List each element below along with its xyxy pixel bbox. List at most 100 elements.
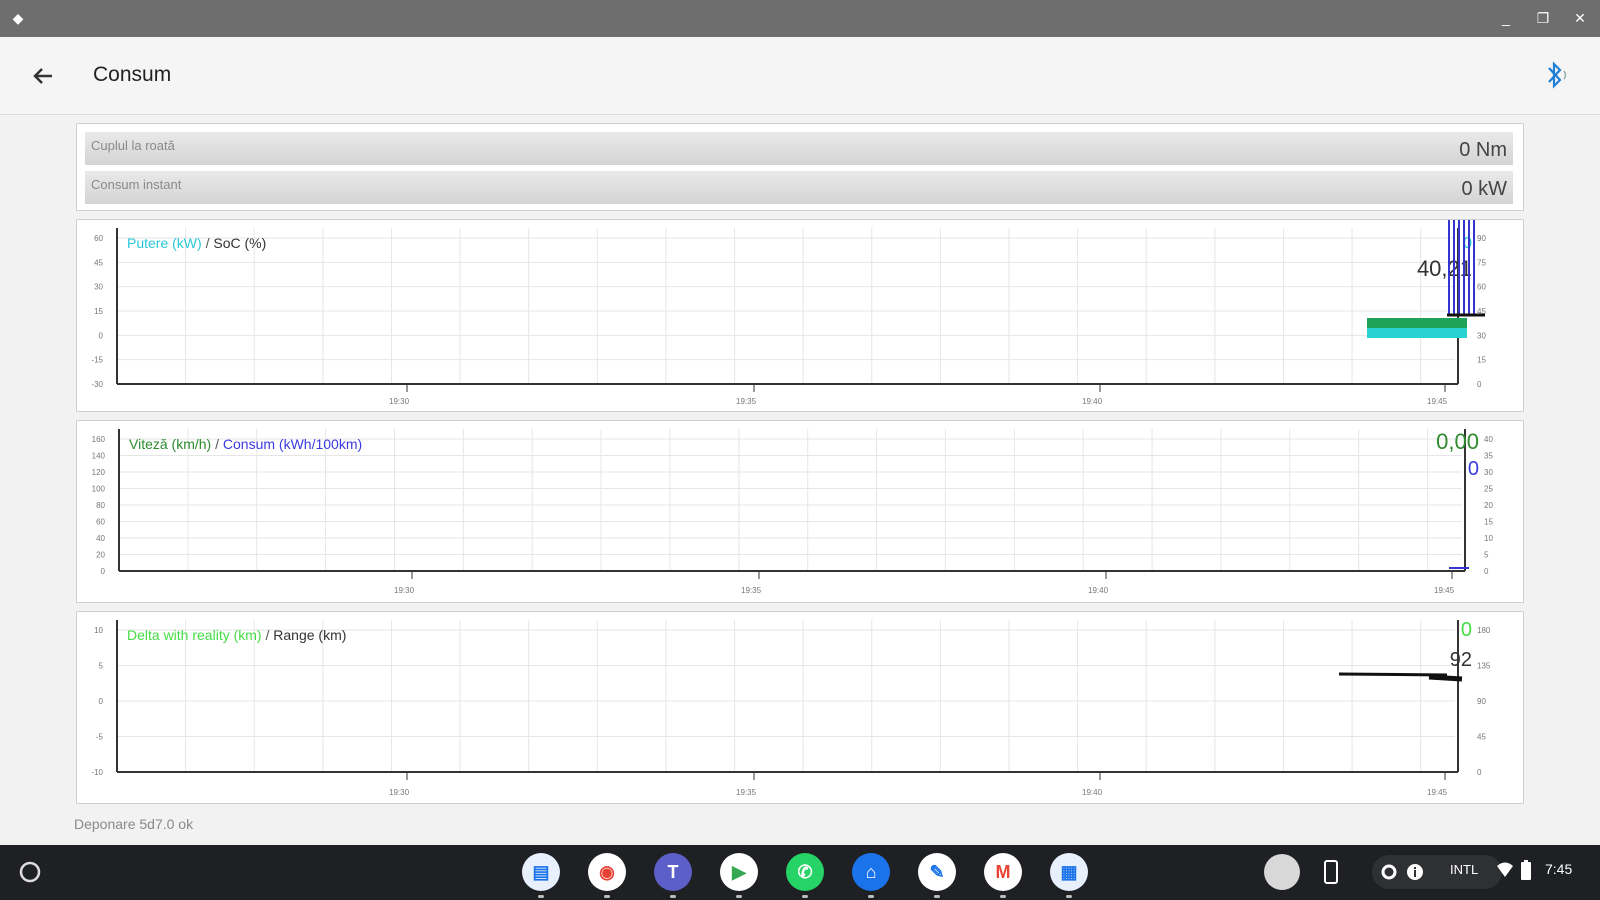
launcher-icon[interactable] xyxy=(16,858,44,886)
right-axis-tick-label: 60 xyxy=(1477,283,1486,292)
window-titlebar: ◆ _ ❐ ✕ xyxy=(0,0,1600,37)
wifi-icon xyxy=(1497,862,1513,877)
back-arrow-icon[interactable] xyxy=(28,61,58,91)
legend-series-b: Range (km) xyxy=(273,627,346,643)
right-axis-tick-label: 35 xyxy=(1484,452,1493,461)
x-axis-tick-label: 19:40 xyxy=(1082,397,1103,406)
legend-series-a: Putere (kW) xyxy=(127,235,202,251)
right-axis-tick-label: 90 xyxy=(1477,697,1486,706)
right-axis-tick-label: 180 xyxy=(1477,626,1491,635)
left-axis-tick-label: 10 xyxy=(94,626,103,635)
right-axis-tick-label: 30 xyxy=(1477,331,1486,340)
x-axis-tick-label: 19:40 xyxy=(1088,586,1109,595)
status-text: Deponare 5d7.0 ok xyxy=(74,816,194,832)
ime-indicator[interactable]: INTL xyxy=(1450,862,1478,877)
legend-series-b: Consum (kWh/100km) xyxy=(223,436,362,452)
readout-series-b: 92 xyxy=(1450,649,1472,671)
x-axis-tick-label: 19:40 xyxy=(1082,788,1103,797)
running-indicator xyxy=(1066,895,1072,898)
phone-hub-icon[interactable] xyxy=(1322,859,1340,885)
running-indicator xyxy=(538,895,544,898)
legend-separator: / xyxy=(262,627,274,643)
left-axis-tick-label: 0 xyxy=(99,331,104,340)
whatsapp-icon[interactable]: ✆ xyxy=(786,853,824,898)
left-axis-tick-label: 160 xyxy=(92,435,106,444)
running-indicator xyxy=(736,895,742,898)
app-icon[interactable]: ▦ xyxy=(1050,853,1088,898)
info-icon[interactable] xyxy=(1406,863,1424,881)
power-bar xyxy=(1367,328,1467,338)
chart-legend: Viteză (km/h) / Consum (kWh/100km) xyxy=(129,436,362,452)
close-icon[interactable]: ✕ xyxy=(1570,8,1590,28)
chart-legend: Delta with reality (km) / Range (km) xyxy=(127,627,346,643)
readout-series-b: 0 xyxy=(1468,458,1479,480)
right-axis-tick-label: 135 xyxy=(1477,662,1491,671)
bluetooth-icon[interactable] xyxy=(1540,59,1570,91)
settings-icon[interactable] xyxy=(1380,863,1398,881)
left-axis-tick-label: -5 xyxy=(96,733,104,742)
instant-consumption-row: Consum instant 0 kW xyxy=(85,171,1513,204)
x-axis-tick-label: 19:35 xyxy=(736,397,757,406)
legend-series-a: Delta with reality (km) xyxy=(127,627,262,643)
right-axis-tick-label: 15 xyxy=(1477,356,1486,365)
x-axis-tick-label: 19:45 xyxy=(1427,397,1448,406)
chart-canvas: 160 140 120 100 80 60 40 20 0 40 35 30 25 20 15 10 5 0 19:… xyxy=(92,429,1493,595)
speed-consumption-chart[interactable]: 160 140 120 100 80 60 40 20 0 40 35 30 25 20 15 10 5 0 19:… xyxy=(76,420,1524,603)
power-soc-chart[interactable]: 60 45 30 15 0 -15 -30 90 75 60 45 30 15 0 19:30 19:35 19… xyxy=(76,219,1524,412)
app-bar: Consum xyxy=(0,37,1600,115)
minimize-icon[interactable]: _ xyxy=(1496,8,1516,28)
right-axis-tick-label: 15 xyxy=(1484,518,1493,527)
files-icon[interactable]: ▤ xyxy=(522,853,560,898)
left-axis-tick-label: 0 xyxy=(99,697,104,706)
delta-range-chart[interactable]: 10 5 0 -5 -10 180 135 90 45 0 19:30 19:35 19:40 19:45… xyxy=(76,611,1524,804)
right-axis-tick-label: 0 xyxy=(1484,567,1489,576)
running-indicator xyxy=(1000,895,1006,898)
left-axis-tick-label: 80 xyxy=(96,501,105,510)
x-axis-tick-label: 19:30 xyxy=(389,788,410,797)
right-axis-tick-label: 75 xyxy=(1477,258,1486,267)
running-indicator xyxy=(868,895,874,898)
right-axis-tick-label: 30 xyxy=(1484,468,1493,477)
avatar[interactable] xyxy=(1264,854,1300,890)
chat-icon[interactable]: ✎ xyxy=(918,853,956,898)
running-indicator xyxy=(604,895,610,898)
x-axis-tick-label: 19:35 xyxy=(736,788,757,797)
home-icon[interactable]: ⌂ xyxy=(852,853,890,898)
wheel-torque-label: Cuplul la roată xyxy=(91,138,175,153)
right-axis-tick-label: 20 xyxy=(1484,501,1493,510)
right-axis-tick-label: 40 xyxy=(1484,435,1493,444)
running-indicator xyxy=(670,895,676,898)
left-axis-tick-label: 40 xyxy=(96,534,105,543)
play-store-icon[interactable]: ▶ xyxy=(720,853,758,898)
battery-icon xyxy=(1521,860,1531,880)
left-axis-tick-label: 60 xyxy=(94,234,103,243)
gmail-icon[interactable]: M xyxy=(984,853,1022,898)
clock[interactable]: 7:45 xyxy=(1545,861,1572,877)
right-axis-tick-label: 25 xyxy=(1484,485,1493,494)
left-axis-tick-label: -10 xyxy=(91,768,103,777)
instant-values-panel: Cuplul la roată 0 Nm Consum instant 0 kW xyxy=(76,123,1524,211)
right-axis-tick-label: 5 xyxy=(1484,551,1489,560)
readout-series-a: 0 xyxy=(1461,619,1472,641)
instant-consumption-label: Consum instant xyxy=(91,177,182,192)
x-axis-tick-label: 19:45 xyxy=(1427,788,1448,797)
readout-series-a: 0,00 xyxy=(1436,429,1479,454)
x-axis-tick-label: 19:45 xyxy=(1434,586,1455,595)
window-menu-icon[interactable]: ◆ xyxy=(8,8,28,28)
left-axis-tick-label: 60 xyxy=(96,518,105,527)
legend-series-b: SoC (%) xyxy=(213,235,266,251)
wheel-torque-row: Cuplul la roată 0 Nm xyxy=(85,132,1513,165)
running-indicator xyxy=(802,895,808,898)
left-axis-tick-label: 140 xyxy=(92,452,106,461)
chrome-icon[interactable]: ◉ xyxy=(588,853,626,898)
right-axis-tick-label: 45 xyxy=(1477,733,1486,742)
range-line xyxy=(1428,674,1463,682)
system-shelf: ▤ ◉ T ▶ ✆ ⌂ ✎ M ▦ INTL 7:45 xyxy=(0,845,1600,900)
restore-icon[interactable]: ❐ xyxy=(1533,8,1553,28)
chart-canvas: 604530150-15-30907560453015019:30 19:35 19… xyxy=(91,220,1486,406)
chart-canvas: 10 5 0 -5 -10 180 135 90 45 0 19:30 19:35 19:40 19:45… xyxy=(91,619,1491,797)
teams-icon[interactable]: T xyxy=(654,853,692,898)
soc-bar xyxy=(1367,318,1467,328)
left-axis-tick-label: -15 xyxy=(91,356,103,365)
right-axis-tick-label: 0 xyxy=(1477,768,1482,777)
